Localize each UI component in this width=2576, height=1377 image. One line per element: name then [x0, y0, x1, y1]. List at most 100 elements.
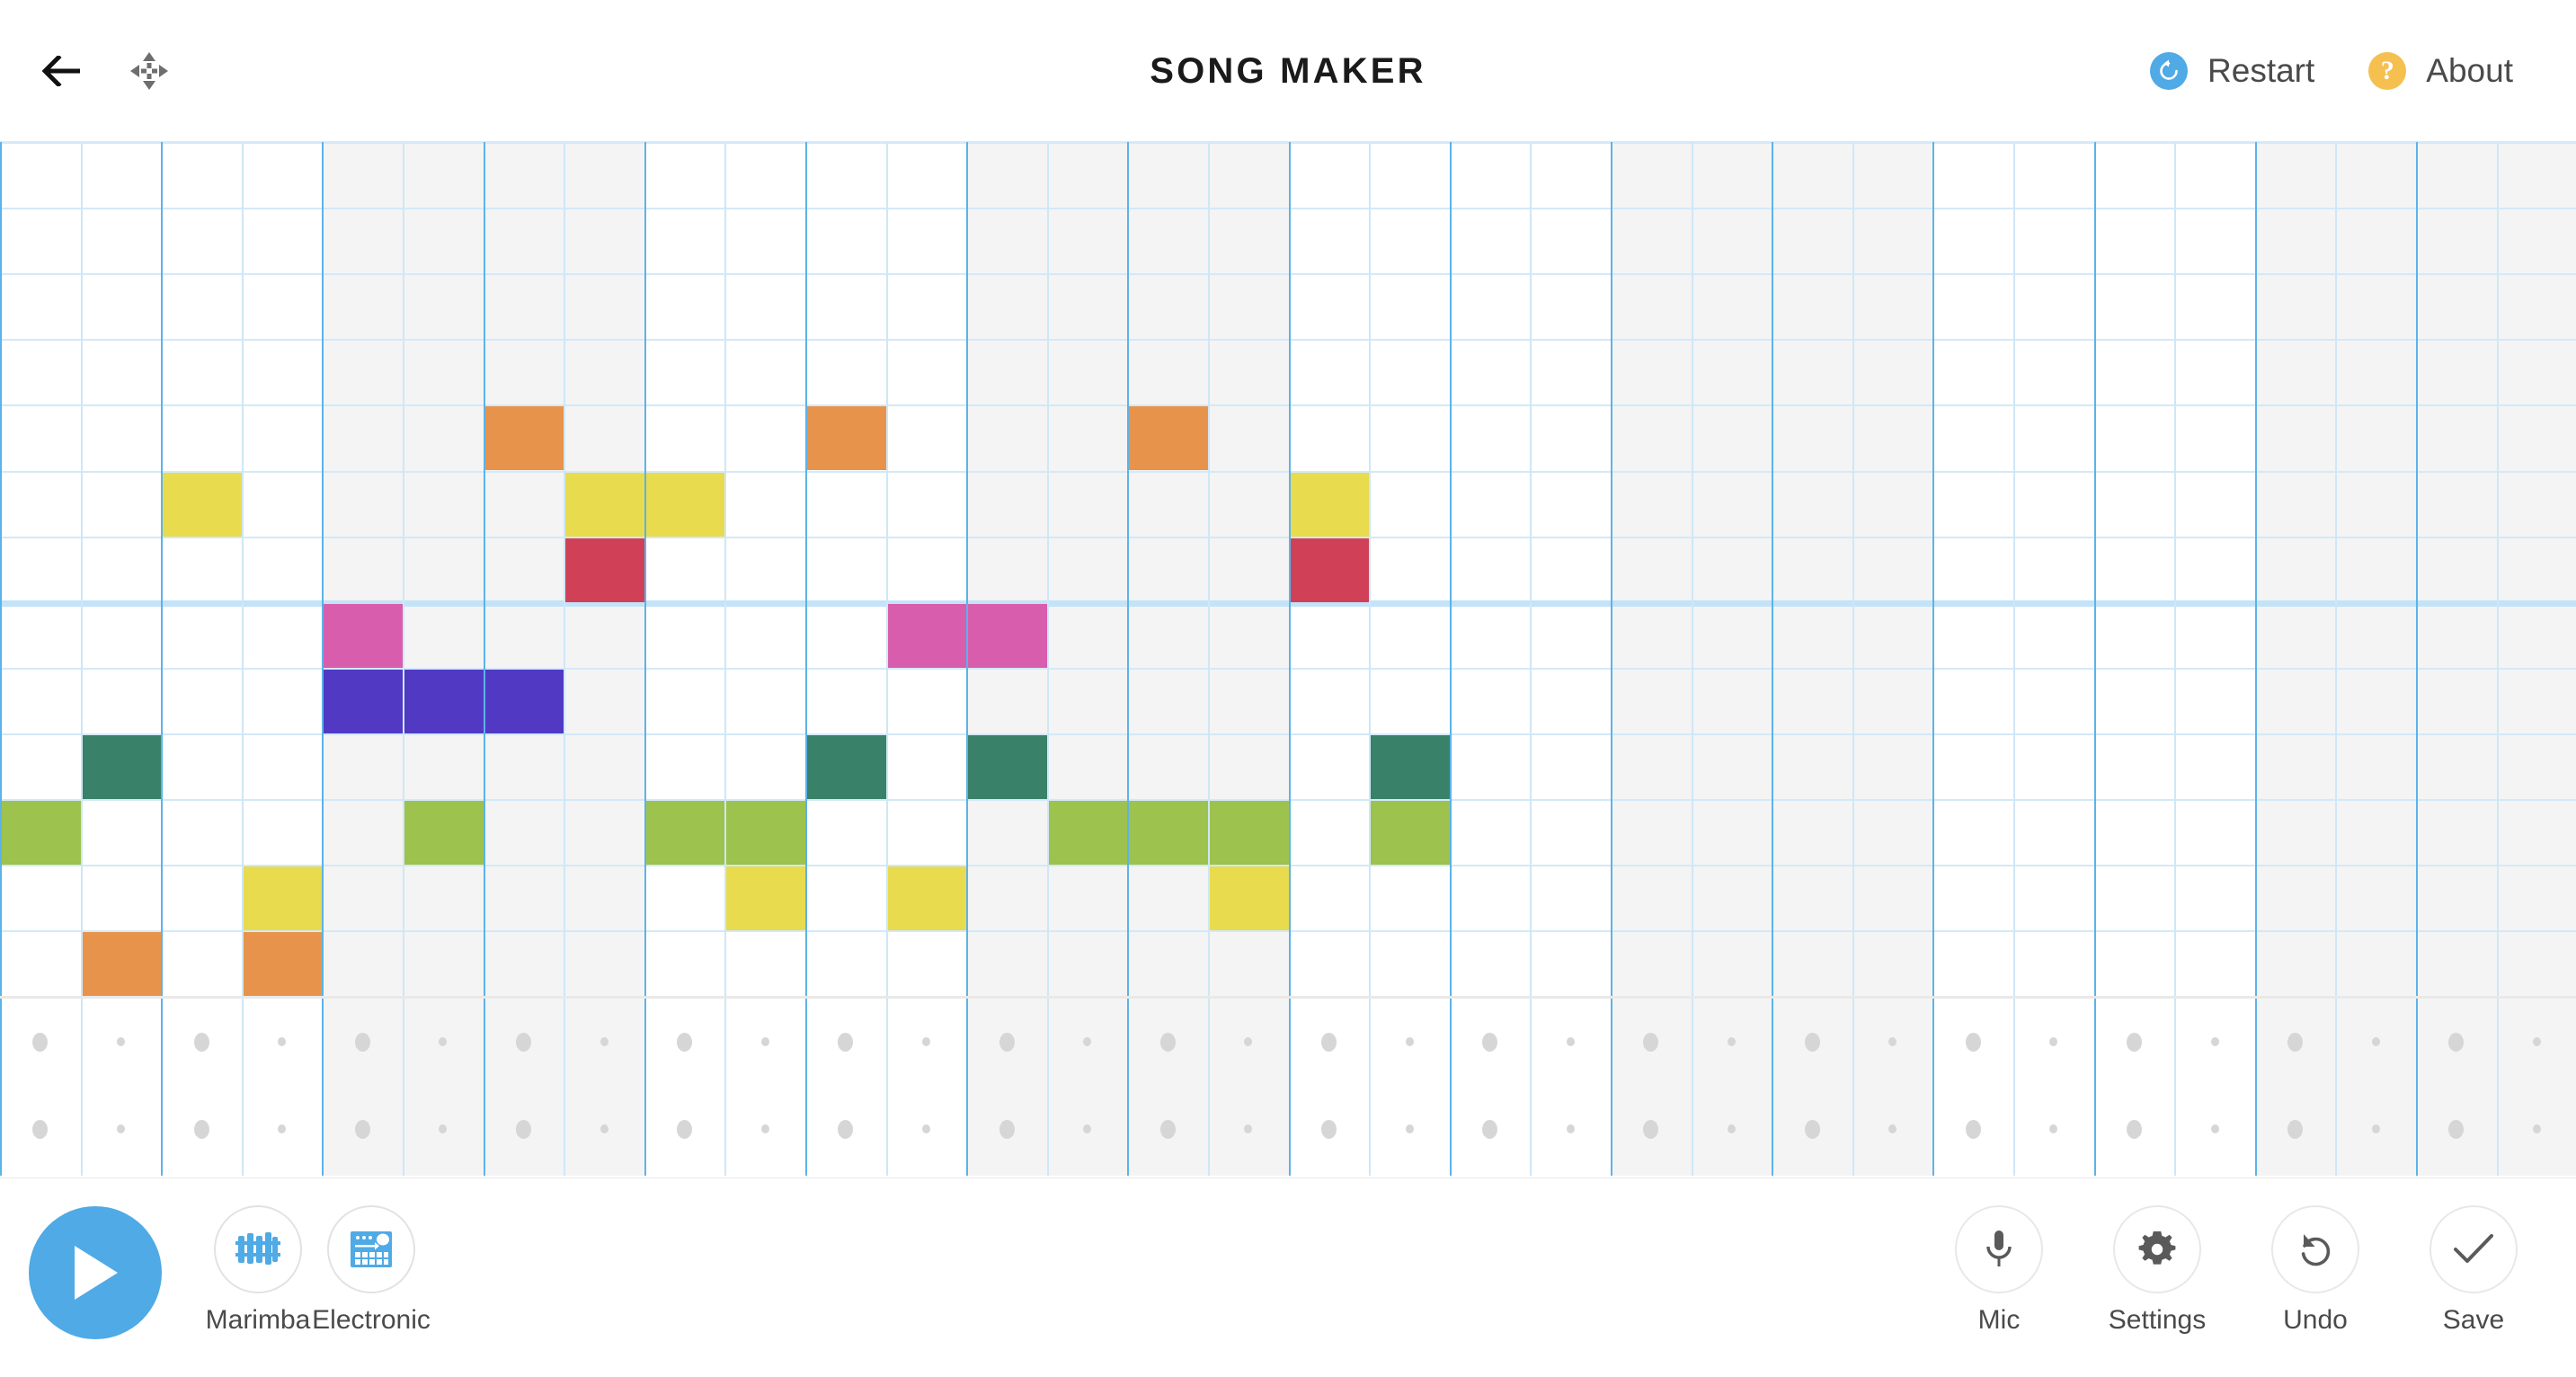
note-cell[interactable] — [968, 603, 1047, 668]
percussion-beat-dot[interactable] — [1965, 1120, 1981, 1139]
percussion-beat-dot[interactable] — [2532, 1037, 2541, 1046]
percussion-beat-dot[interactable] — [838, 1120, 854, 1139]
instrument-electronic[interactable]: Electronic — [312, 1205, 431, 1336]
percussion-beat-dot[interactable] — [2287, 1120, 2304, 1139]
percussion-beat-dot[interactable] — [999, 1120, 1015, 1139]
note-cell[interactable] — [1048, 801, 1128, 866]
about-button[interactable]: ? About — [2368, 52, 2513, 90]
percussion-beat-dot[interactable] — [2287, 1033, 2304, 1052]
grid-column-line — [805, 142, 807, 996]
note-cell[interactable] — [1210, 866, 1289, 931]
note-cell[interactable] — [484, 669, 564, 733]
percussion-beat-dot[interactable] — [677, 1033, 693, 1052]
melody-grid[interactable] — [0, 142, 2576, 999]
percussion-beat-dot[interactable] — [193, 1120, 209, 1139]
percussion-beat-dot[interactable] — [1320, 1120, 1337, 1139]
percussion-beat-dot[interactable] — [278, 1124, 287, 1133]
note-cell[interactable] — [1371, 734, 1450, 799]
percussion-beat-dot[interactable] — [515, 1120, 531, 1139]
percussion-beat-dot[interactable] — [32, 1033, 49, 1052]
percussion-beat-dot[interactable] — [2371, 1037, 2380, 1046]
note-cell[interactable] — [645, 801, 725, 866]
note-cell[interactable] — [726, 866, 805, 931]
percussion-beat-dot[interactable] — [1566, 1124, 1575, 1133]
note-cell[interactable] — [807, 734, 886, 799]
percussion-beat-dot[interactable] — [921, 1037, 930, 1046]
undo-button[interactable]: Undo — [2256, 1205, 2375, 1336]
note-cell[interactable] — [1210, 801, 1289, 866]
percussion-beat-dot[interactable] — [1965, 1033, 1981, 1052]
percussion-beat-dot[interactable] — [760, 1037, 769, 1046]
note-cell[interactable] — [565, 537, 644, 602]
note-cell[interactable] — [1290, 472, 1370, 537]
note-cell[interactable] — [82, 932, 162, 997]
percussion-beat-dot[interactable] — [1159, 1120, 1176, 1139]
note-cell[interactable] — [2, 801, 81, 866]
percussion-beat-dot[interactable] — [1727, 1124, 1736, 1133]
percussion-beat-dot[interactable] — [2210, 1037, 2219, 1046]
mic-button[interactable]: Mic — [1940, 1205, 2058, 1336]
percussion-beat-dot[interactable] — [193, 1033, 209, 1052]
percussion-beat-dot[interactable] — [32, 1120, 49, 1139]
percussion-beat-dot[interactable] — [677, 1120, 693, 1139]
percussion-beat-dot[interactable] — [1804, 1120, 1820, 1139]
percussion-beat-dot[interactable] — [2049, 1124, 2058, 1133]
percussion-beat-dot[interactable] — [2049, 1037, 2058, 1046]
percussion-beat-dot[interactable] — [1482, 1033, 1498, 1052]
percussion-beat-dot[interactable] — [1159, 1033, 1176, 1052]
note-cell[interactable] — [243, 866, 323, 931]
percussion-beat-dot[interactable] — [1405, 1037, 1414, 1046]
note-cell[interactable] — [887, 603, 967, 668]
percussion-beat-dot[interactable] — [1804, 1033, 1820, 1052]
percussion-beat-dot[interactable] — [2126, 1033, 2142, 1052]
note-cell[interactable] — [484, 406, 564, 471]
note-cell[interactable] — [645, 472, 725, 537]
note-cell[interactable] — [324, 669, 403, 733]
note-cell[interactable] — [887, 866, 967, 931]
note-cell[interactable] — [82, 734, 162, 799]
percussion-beat-dot[interactable] — [354, 1120, 370, 1139]
note-cell[interactable] — [1129, 801, 1208, 866]
note-cell[interactable] — [807, 406, 886, 471]
percussion-grid[interactable] — [0, 996, 2576, 1176]
percussion-beat-dot[interactable] — [278, 1037, 287, 1046]
save-button[interactable]: Save — [2414, 1205, 2533, 1336]
percussion-beat-dot[interactable] — [116, 1037, 125, 1046]
percussion-beat-dot[interactable] — [515, 1033, 531, 1052]
percussion-beat-dot[interactable] — [354, 1033, 370, 1052]
percussion-beat-dot[interactable] — [116, 1124, 125, 1133]
percussion-beat-dot[interactable] — [2371, 1124, 2380, 1133]
note-cell[interactable] — [726, 801, 805, 866]
percussion-beat-dot[interactable] — [1727, 1037, 1736, 1046]
instrument-marimba[interactable]: Marimba — [205, 1205, 311, 1336]
percussion-beat-dot[interactable] — [2532, 1124, 2541, 1133]
grid-column-line — [805, 999, 807, 1176]
percussion-beat-dot[interactable] — [1482, 1120, 1498, 1139]
percussion-beat-dot[interactable] — [838, 1033, 854, 1052]
note-cell[interactable] — [243, 932, 323, 997]
percussion-beat-dot[interactable] — [1566, 1037, 1575, 1046]
percussion-beat-dot[interactable] — [1320, 1033, 1337, 1052]
grid-column-line — [2416, 142, 2418, 996]
play-button[interactable] — [29, 1206, 162, 1339]
percussion-beat-dot[interactable] — [921, 1124, 930, 1133]
save-label: Save — [2442, 1305, 2505, 1335]
percussion-beat-dot[interactable] — [2126, 1120, 2142, 1139]
percussion-beat-dot[interactable] — [600, 1124, 608, 1133]
note-cell[interactable] — [1371, 801, 1450, 866]
percussion-beat-dot[interactable] — [999, 1033, 1015, 1052]
note-cell[interactable] — [324, 603, 403, 668]
settings-button[interactable]: Settings — [2098, 1205, 2216, 1336]
note-cell[interactable] — [1290, 537, 1370, 602]
percussion-beat-dot[interactable] — [1405, 1124, 1414, 1133]
note-cell[interactable] — [1129, 406, 1208, 471]
note-cell[interactable] — [404, 801, 484, 866]
percussion-beat-dot[interactable] — [760, 1124, 769, 1133]
percussion-beat-dot[interactable] — [600, 1037, 608, 1046]
note-cell[interactable] — [565, 472, 644, 537]
restart-button[interactable]: Restart — [2150, 52, 2314, 90]
note-cell[interactable] — [404, 669, 484, 733]
note-cell[interactable] — [968, 734, 1047, 799]
note-cell[interactable] — [163, 472, 242, 537]
percussion-beat-dot[interactable] — [2210, 1124, 2219, 1133]
